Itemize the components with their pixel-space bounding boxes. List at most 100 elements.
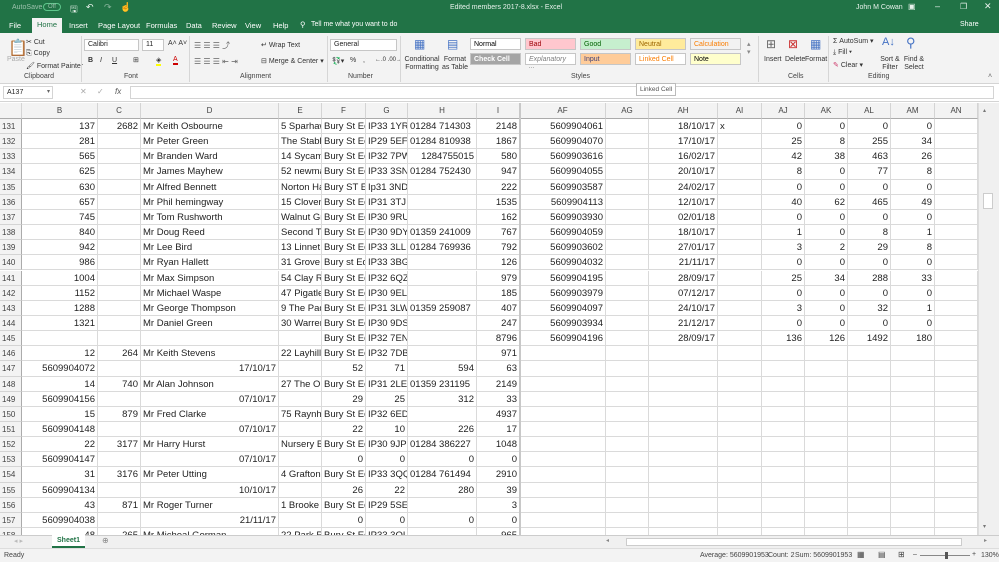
cell[interactable]: 0 <box>891 179 935 195</box>
row-header[interactable]: 140 <box>0 255 22 271</box>
cell[interactable]: 5609903616 <box>520 149 606 165</box>
cell[interactable] <box>98 315 141 332</box>
fill-color-icon[interactable]: ◈ <box>156 56 162 66</box>
horizontal-scrollbar[interactable] <box>626 538 962 546</box>
cell[interactable] <box>98 452 141 468</box>
cell[interactable]: IP32 7PW <box>366 149 408 165</box>
cell[interactable]: Bury St Ed <box>322 528 366 535</box>
cell[interactable] <box>520 391 606 407</box>
cell[interactable]: 0 <box>891 119 935 135</box>
cell[interactable]: 48 <box>22 528 98 535</box>
cell[interactable]: Bury St Ed <box>322 149 366 165</box>
cell[interactable] <box>718 422 762 438</box>
cell[interactable] <box>718 149 762 165</box>
cell[interactable]: 0 <box>805 164 848 180</box>
cell[interactable]: 8 <box>891 164 935 180</box>
cell[interactable] <box>98 134 141 150</box>
row-header[interactable]: 136 <box>0 194 22 210</box>
cell[interactable]: 25 <box>762 134 805 150</box>
cell[interactable]: 8 <box>805 134 848 150</box>
cell[interactable] <box>805 482 848 498</box>
cell[interactable]: 01359 259087 <box>408 300 477 316</box>
cell[interactable]: Bury St Ed <box>322 376 366 392</box>
cell[interactable]: 0 <box>805 119 848 135</box>
sheet-nav-icons[interactable]: ◂ ▸ <box>14 537 23 545</box>
cell[interactable] <box>606 225 649 241</box>
cell[interactable]: 07/12/17 <box>649 285 718 301</box>
page-layout-view-icon[interactable]: ▤ <box>878 550 886 559</box>
cell[interactable]: 0 <box>848 209 891 226</box>
cell[interactable] <box>606 467 649 483</box>
cell[interactable] <box>935 331 978 347</box>
cell[interactable] <box>891 376 935 392</box>
cell[interactable] <box>891 497 935 513</box>
cell[interactable]: 12 <box>22 346 98 362</box>
cell[interactable] <box>279 512 322 529</box>
cell[interactable]: 1152 <box>22 285 98 301</box>
cell[interactable]: 1 <box>891 300 935 316</box>
cell-style-linked-cell[interactable]: Linked Cell <box>635 53 686 65</box>
copy-button[interactable]: ⎘ Copy <box>26 50 50 58</box>
cell[interactable]: 0 <box>762 255 805 271</box>
row-header[interactable]: 146 <box>0 346 22 362</box>
cell[interactable]: Mr Doug Reed <box>141 225 279 241</box>
cell[interactable] <box>848 361 891 377</box>
column-header-i[interactable]: I <box>477 103 520 119</box>
cell[interactable]: 27 The Or <box>279 376 322 392</box>
insert-function-button[interactable]: fx <box>115 87 121 96</box>
cell[interactable]: IP33 3SN <box>366 164 408 180</box>
cell[interactable]: Bury St Ed <box>322 270 366 286</box>
cell[interactable]: 01284 761494 <box>408 467 477 483</box>
cell[interactable]: 01359 241009 <box>408 225 477 241</box>
cell[interactable] <box>805 422 848 438</box>
cell[interactable]: 01284 386227 <box>408 437 477 453</box>
cell[interactable] <box>805 467 848 483</box>
cell[interactable] <box>718 179 762 195</box>
cell[interactable]: 33 <box>477 391 520 407</box>
cell[interactable] <box>279 361 322 377</box>
cell[interactable] <box>98 361 141 377</box>
cell[interactable]: 22 <box>366 482 408 498</box>
cell[interactable] <box>935 134 978 150</box>
cell[interactable] <box>762 376 805 392</box>
cell[interactable]: IP33 3LL <box>366 240 408 256</box>
cell[interactable]: 5609903930 <box>520 209 606 226</box>
cell[interactable] <box>520 422 606 438</box>
cell[interactable] <box>935 194 978 210</box>
cell[interactable]: 5609904097 <box>520 300 606 316</box>
cell[interactable]: 126 <box>805 331 848 347</box>
format-button[interactable]: Format <box>805 56 827 63</box>
cell[interactable] <box>98 512 141 529</box>
cell[interactable]: 25 <box>762 270 805 286</box>
cell[interactable] <box>98 164 141 180</box>
cell[interactable] <box>718 467 762 483</box>
cell[interactable] <box>279 331 322 347</box>
column-header-d[interactable]: D <box>141 103 279 119</box>
tab-page-layout[interactable]: Page Layout <box>93 19 145 32</box>
cell[interactable] <box>935 149 978 165</box>
cell[interactable] <box>606 422 649 438</box>
cell[interactable]: 965 <box>477 528 520 535</box>
tell-me-input[interactable]: Tell me what you want to do <box>311 21 397 28</box>
cell[interactable]: 0 <box>805 315 848 332</box>
cell[interactable] <box>935 119 978 135</box>
cell[interactable]: IP32 6ED <box>366 406 408 422</box>
scrollbar-thumb[interactable] <box>983 193 993 209</box>
cell[interactable] <box>718 209 762 226</box>
cell-style-input[interactable]: Input <box>580 53 631 65</box>
cell[interactable]: 32 <box>848 300 891 316</box>
cut-button[interactable]: ✂ Cut <box>26 38 45 46</box>
cell[interactable] <box>279 482 322 498</box>
cell[interactable] <box>935 482 978 498</box>
zoom-out-icon[interactable]: – <box>913 551 917 558</box>
cell[interactable]: IP33 3QQ <box>366 467 408 483</box>
cell[interactable] <box>98 482 141 498</box>
cell[interactable]: Mr Keith Stevens <box>141 346 279 362</box>
cell[interactable] <box>606 346 649 362</box>
cell[interactable]: 463 <box>848 149 891 165</box>
cell[interactable]: IP29 5SE <box>366 497 408 513</box>
cell[interactable]: 27/01/17 <box>649 240 718 256</box>
normal-view-icon[interactable]: ▦ <box>857 550 865 559</box>
align-top-icons[interactable]: ☰ ☰ ☰ ⤴ <box>194 40 230 51</box>
row-header[interactable]: 138 <box>0 225 22 241</box>
